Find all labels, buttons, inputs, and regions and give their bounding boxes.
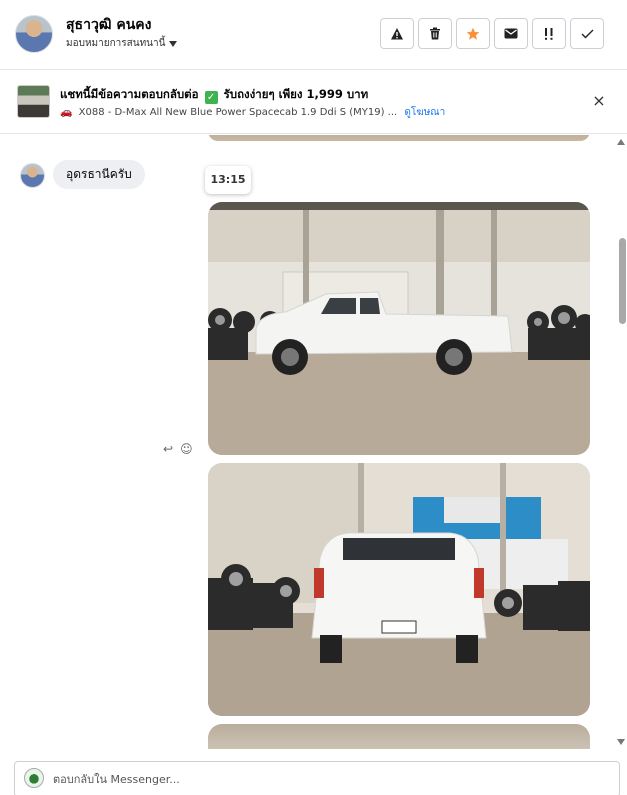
delete-button[interactable] xyxy=(418,18,452,49)
spam-button[interactable] xyxy=(380,18,414,49)
check-icon xyxy=(581,29,593,38)
assign-conversation-dropdown[interactable]: มอบหมายการสนทนานี้ xyxy=(66,36,178,51)
messenger-icon xyxy=(24,768,44,788)
star-icon xyxy=(466,27,480,40)
contact-name[interactable]: สุธาวุฒิ คนคง xyxy=(66,14,151,36)
scrollbar-thumb[interactable] xyxy=(619,238,626,324)
star-button[interactable] xyxy=(456,18,490,49)
banner-title-before: แชทนี้มีข้อความตอบกลับต่อ xyxy=(60,87,199,101)
check-box-icon: ✓ xyxy=(204,91,218,104)
ad-context-banner: แชทนี้มีข้อความตอบกลับต่อ ✓ รับถงง่ายๆ เ… xyxy=(0,70,627,134)
mark-done-button[interactable] xyxy=(570,18,604,49)
ad-name: X088 - D-Max All New Blue Power Spacecab… xyxy=(78,107,398,118)
conversation-header: สุธาวุฒิ คนคง มอบหมายการสนทนานี้ xyxy=(0,0,627,70)
view-ad-link[interactable]: ดูโฆษณา xyxy=(404,107,445,118)
follow-up-button[interactable] xyxy=(532,18,566,49)
previous-photo[interactable] xyxy=(208,135,590,141)
trash-icon xyxy=(430,27,440,40)
timestamp-tooltip: 13:15 xyxy=(205,166,251,194)
banner-title-after: รับถงง่ายๆ เพียง 1,999 บาท xyxy=(223,87,369,101)
conversation-window: สุธาวุฒิ คนคง มอบหมายการสนทนานี้ แชทนี้ม… xyxy=(0,0,627,795)
banner-title: แชทนี้มีข้อความตอบกลับต่อ ✓ รับถงง่ายๆ เ… xyxy=(60,86,368,104)
car-rear-photo[interactable] xyxy=(208,463,590,716)
header-actions xyxy=(380,18,604,49)
reply-icon[interactable]: ↩ xyxy=(163,442,173,456)
message-tools: ↩ ☺ xyxy=(163,442,193,456)
react-icon[interactable]: ☺ xyxy=(180,442,193,456)
reply-input[interactable] xyxy=(53,764,593,794)
ad-thumbnail[interactable] xyxy=(17,85,50,118)
reply-composer xyxy=(14,761,620,795)
assign-label: มอบหมายการสนทนานี้ xyxy=(66,38,166,49)
envelope-icon xyxy=(504,28,518,39)
car-side-photo[interactable] xyxy=(208,202,590,455)
scroll-up-arrow[interactable] xyxy=(617,139,625,145)
warning-icon xyxy=(391,27,403,39)
banner-subtitle: 🚗 X088 - D-Max All New Blue Power Spacec… xyxy=(60,105,445,120)
close-icon[interactable]: × xyxy=(589,91,609,111)
incoming-message-bubble[interactable]: อุดรธานีครับ xyxy=(53,160,145,189)
message-list[interactable]: อุดรธานีครับ 13:15 ↩ ☺ xyxy=(0,135,627,749)
third-photo[interactable] xyxy=(208,724,590,749)
contact-avatar[interactable] xyxy=(15,15,53,53)
mark-unread-button[interactable] xyxy=(494,18,528,49)
car-icon: 🚗 xyxy=(60,107,73,118)
caret-down-icon xyxy=(169,40,178,47)
follow-up-icon xyxy=(545,27,553,40)
sender-avatar xyxy=(20,163,45,188)
scroll-down-arrow[interactable] xyxy=(617,739,625,745)
